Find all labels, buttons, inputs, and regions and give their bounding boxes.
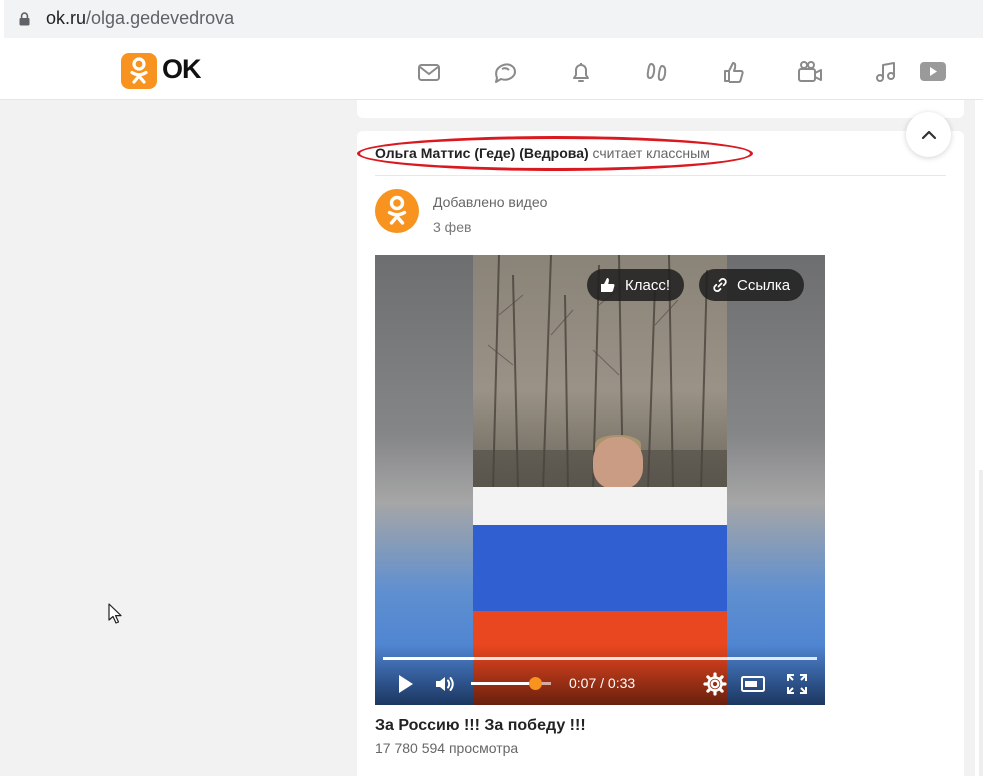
mouse-cursor-icon [108, 603, 122, 624]
post-header: Ольга Маттис (Геде) (Ведрова) считает кл… [375, 145, 710, 161]
volume-icon[interactable] [433, 672, 457, 696]
video-player[interactable]: Класс! Ссылка 0:07 / 0:33 [375, 255, 825, 705]
post-date[interactable]: 3 фев [433, 219, 471, 235]
url-host: ok.ru [46, 8, 87, 28]
author-avatar[interactable] [375, 189, 419, 233]
scroll-to-top-button[interactable] [906, 112, 951, 157]
friends-icon[interactable] [796, 58, 824, 86]
copy-link-button[interactable]: Ссылка [699, 269, 805, 301]
video-controls: 0:07 / 0:33 [375, 645, 825, 705]
likes-icon[interactable] [720, 58, 748, 86]
copy-link-label: Ссылка [737, 276, 791, 294]
thumbs-up-icon [601, 278, 615, 292]
discussions-icon[interactable] [491, 58, 519, 86]
video-blur-left [375, 255, 473, 705]
right-scroll-area [979, 470, 983, 776]
video-views: 17 780 594 просмотра [375, 740, 519, 756]
chevron-up-icon [921, 130, 936, 139]
feed-post-card: Ольга Маттис (Геде) (Ведрова) считает кл… [357, 131, 964, 776]
settings-gear-icon[interactable] [703, 672, 727, 696]
fullscreen-icon[interactable] [785, 672, 809, 696]
video-progress-fill [383, 657, 475, 660]
divider [375, 175, 946, 176]
url-field[interactable]: ok.ru/olga.gedevedrova [4, 0, 983, 38]
music-icon[interactable] [872, 58, 900, 86]
flag-white-stripe [473, 487, 727, 529]
previous-feed-card [357, 100, 964, 118]
video-person-face [593, 437, 643, 489]
video-progress-bar[interactable] [383, 657, 817, 660]
video-icon[interactable] [919, 58, 947, 86]
link-icon [713, 278, 727, 292]
volume-fill [471, 682, 535, 685]
volume-handle[interactable] [529, 677, 542, 690]
class-like-label: Класс! [625, 276, 670, 294]
guests-icon[interactable] [643, 58, 671, 86]
site-header: OK [0, 44, 983, 100]
url-text: ok.ru/olga.gedevedrova [46, 8, 234, 29]
action-text: считает классным [592, 145, 710, 161]
play-icon[interactable] [393, 672, 417, 696]
theater-mode-icon[interactable] [741, 672, 765, 696]
ok-logo-icon[interactable] [121, 53, 157, 89]
post-type-label: Добавлено видео [433, 194, 548, 210]
video-time: 0:07 / 0:33 [569, 675, 636, 691]
lock-icon [19, 12, 30, 26]
ok-wordmark[interactable]: OK [162, 54, 201, 85]
video-blur-right [727, 255, 825, 705]
browser-address-bar: ok.ru/olga.gedevedrova [0, 0, 983, 44]
actor-name-link[interactable]: Ольга Маттис (Геде) (Ведрова) [375, 145, 589, 161]
mail-icon[interactable] [415, 58, 443, 86]
flag-blue-stripe [473, 525, 727, 615]
video-title[interactable]: За Россию !!! За победу !!! [375, 717, 586, 735]
class-like-button[interactable]: Класс! [587, 269, 684, 301]
url-path: /olga.gedevedrova [86, 8, 235, 28]
notifications-icon[interactable] [567, 58, 595, 86]
